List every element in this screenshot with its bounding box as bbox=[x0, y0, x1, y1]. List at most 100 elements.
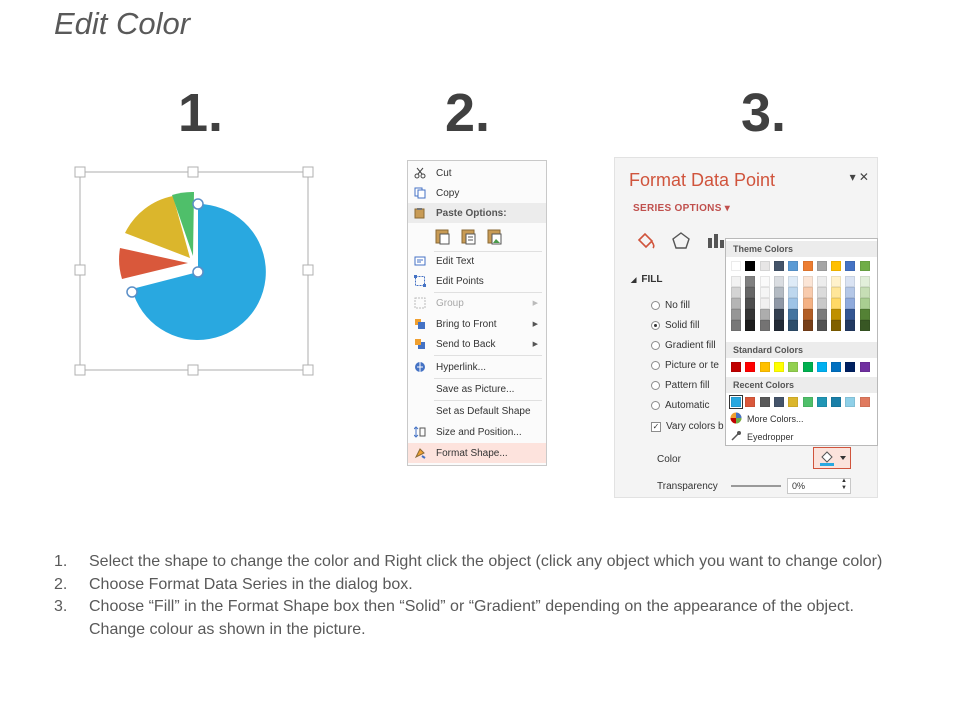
menu-item-edit-points[interactable]: Edit Points bbox=[408, 271, 546, 291]
pane-close-icon[interactable]: ▾ ✕ bbox=[850, 170, 869, 184]
theme-color-shade-swatch[interactable] bbox=[773, 287, 784, 298]
fill-line-tab-icon[interactable] bbox=[635, 230, 657, 255]
menu-item-save-as-picture[interactable]: Save as Picture... bbox=[408, 379, 546, 399]
standard-color-swatch[interactable] bbox=[831, 362, 842, 372]
resize-handle-b[interactable] bbox=[187, 364, 199, 376]
recent-color-swatch[interactable] bbox=[759, 397, 770, 407]
theme-color-shade-swatch[interactable] bbox=[759, 320, 770, 331]
theme-color-shade-swatch[interactable] bbox=[745, 276, 756, 287]
theme-color-shade-swatch[interactable] bbox=[859, 287, 870, 298]
standard-color-swatch[interactable] bbox=[802, 362, 813, 372]
standard-color-swatch[interactable] bbox=[788, 362, 799, 372]
theme-color-shade-swatch[interactable] bbox=[802, 320, 813, 331]
theme-color-shade-swatch[interactable] bbox=[845, 298, 856, 309]
menu-item-edit-text[interactable]: Edit Text bbox=[408, 251, 546, 271]
theme-color-shade-swatch[interactable] bbox=[788, 287, 799, 298]
radio-button[interactable] bbox=[651, 381, 660, 390]
theme-color-shade-swatch[interactable] bbox=[845, 320, 856, 331]
theme-color-shade-swatch[interactable] bbox=[745, 320, 756, 331]
recent-color-swatch[interactable] bbox=[816, 397, 827, 407]
transparency-input[interactable]: 0% ▲ ▼ bbox=[787, 478, 851, 494]
theme-color-shade-swatch[interactable] bbox=[816, 298, 827, 309]
theme-color-shade-swatch[interactable] bbox=[773, 298, 784, 309]
standard-color-swatch[interactable] bbox=[859, 362, 870, 372]
standard-color-swatch[interactable] bbox=[731, 362, 741, 372]
theme-color-shade-swatch[interactable] bbox=[759, 309, 770, 320]
recent-color-swatch[interactable] bbox=[788, 397, 799, 407]
theme-color-swatch[interactable] bbox=[731, 261, 741, 271]
theme-color-shade-swatch[interactable] bbox=[802, 309, 813, 320]
theme-color-shade-swatch[interactable] bbox=[802, 287, 813, 298]
paste-merge-icon[interactable] bbox=[460, 227, 478, 245]
theme-color-shade-swatch[interactable] bbox=[731, 287, 741, 298]
standard-color-swatch[interactable] bbox=[759, 362, 770, 372]
theme-color-shade-swatch[interactable] bbox=[788, 298, 799, 309]
theme-color-shade-swatch[interactable] bbox=[859, 276, 870, 287]
spinner-icon[interactable]: ▲ ▼ bbox=[841, 478, 847, 492]
pie-chart[interactable] bbox=[70, 162, 320, 377]
paste-picture-icon[interactable] bbox=[486, 227, 504, 245]
menu-item-hyperlink[interactable]: Hyperlink... bbox=[408, 357, 546, 377]
theme-color-shade-swatch[interactable] bbox=[759, 276, 770, 287]
point-handle[interactable] bbox=[192, 198, 204, 210]
eyedropper-item[interactable]: Eyedropper bbox=[730, 430, 794, 444]
theme-color-shade-swatch[interactable] bbox=[845, 287, 856, 298]
radio-picture-fill[interactable]: Picture or te bbox=[651, 360, 719, 371]
theme-color-shade-swatch[interactable] bbox=[831, 320, 842, 331]
resize-handle-bl[interactable] bbox=[74, 364, 86, 376]
vary-colors-checkbox[interactable]: ✓ Vary colors b bbox=[651, 421, 724, 432]
transparency-slider[interactable] bbox=[731, 485, 781, 487]
resize-handle-l[interactable] bbox=[74, 264, 86, 276]
standard-color-swatch[interactable] bbox=[845, 362, 856, 372]
recent-color-swatch[interactable] bbox=[729, 395, 743, 409]
menu-item-copy[interactable]: Copy bbox=[408, 183, 546, 203]
theme-color-shade-swatch[interactable] bbox=[788, 309, 799, 320]
recent-color-swatch[interactable] bbox=[831, 397, 842, 407]
menu-item-set-default-shape[interactable]: Set as Default Shape bbox=[408, 401, 546, 421]
recent-color-swatch[interactable] bbox=[745, 397, 756, 407]
theme-color-shade-swatch[interactable] bbox=[831, 276, 842, 287]
theme-color-shade-swatch[interactable] bbox=[831, 287, 842, 298]
menu-item-send-to-back[interactable]: Send to Back ▶ bbox=[408, 334, 546, 354]
fill-color-button[interactable] bbox=[813, 447, 851, 469]
theme-color-shade-swatch[interactable] bbox=[816, 287, 827, 298]
radio-automatic[interactable]: Automatic bbox=[651, 400, 709, 411]
more-colors-item[interactable]: More Colors... bbox=[730, 412, 804, 426]
theme-color-shade-swatch[interactable] bbox=[845, 276, 856, 287]
menu-item-size-and-position[interactable]: Size and Position... bbox=[408, 422, 546, 442]
theme-color-shade-swatch[interactable] bbox=[816, 320, 827, 331]
theme-color-shade-swatch[interactable] bbox=[759, 287, 770, 298]
theme-color-swatch[interactable] bbox=[831, 261, 842, 271]
theme-color-shade-swatch[interactable] bbox=[745, 298, 756, 309]
menu-item-bring-to-front[interactable]: Bring to Front ▶ bbox=[408, 314, 546, 334]
theme-color-shade-swatch[interactable] bbox=[859, 309, 870, 320]
resize-handle-r[interactable] bbox=[302, 264, 314, 276]
theme-color-shade-swatch[interactable] bbox=[759, 298, 770, 309]
theme-color-shade-swatch[interactable] bbox=[731, 298, 741, 309]
theme-color-swatch[interactable] bbox=[845, 261, 856, 271]
theme-color-swatch[interactable] bbox=[802, 261, 813, 271]
radio-solid-fill[interactable]: Solid fill bbox=[651, 320, 699, 331]
radio-no-fill[interactable]: No fill bbox=[651, 300, 690, 311]
recent-color-swatch[interactable] bbox=[859, 397, 870, 407]
theme-color-shade-swatch[interactable] bbox=[831, 298, 842, 309]
recent-color-swatch[interactable] bbox=[802, 397, 813, 407]
standard-color-swatch[interactable] bbox=[773, 362, 784, 372]
theme-color-swatch[interactable] bbox=[859, 261, 870, 271]
theme-color-swatch[interactable] bbox=[816, 261, 827, 271]
theme-color-shade-swatch[interactable] bbox=[745, 287, 756, 298]
radio-button[interactable] bbox=[651, 321, 660, 330]
theme-color-shade-swatch[interactable] bbox=[816, 276, 827, 287]
recent-color-swatch[interactable] bbox=[773, 397, 784, 407]
resize-handle-t[interactable] bbox=[187, 166, 199, 178]
theme-color-shade-swatch[interactable] bbox=[773, 309, 784, 320]
fill-section-header[interactable]: ◢ FILL bbox=[631, 274, 663, 285]
radio-button[interactable] bbox=[651, 361, 660, 370]
theme-color-shade-swatch[interactable] bbox=[816, 309, 827, 320]
radio-button[interactable] bbox=[651, 301, 660, 310]
pie-chart-selection[interactable] bbox=[70, 162, 320, 377]
radio-button[interactable] bbox=[651, 341, 660, 350]
theme-color-shade-swatch[interactable] bbox=[773, 276, 784, 287]
theme-color-shade-swatch[interactable] bbox=[731, 309, 741, 320]
theme-color-shade-swatch[interactable] bbox=[788, 320, 799, 331]
